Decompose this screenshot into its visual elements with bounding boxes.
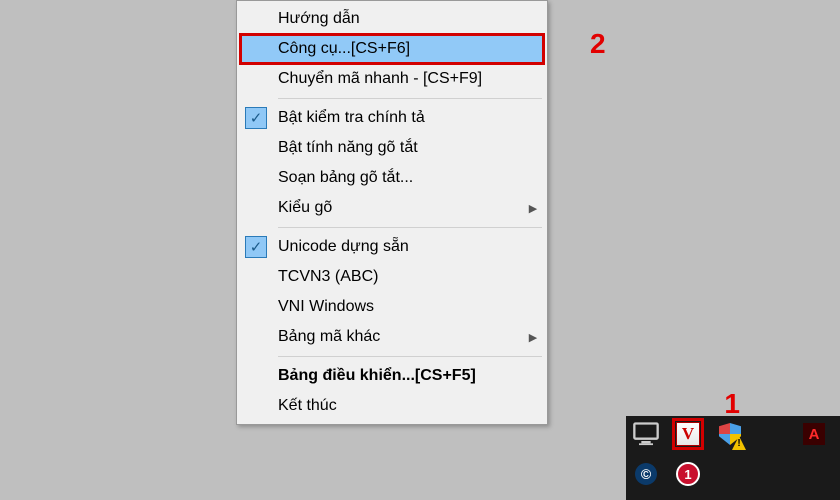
menu-item-input-method[interactable]: Kiểu gõ ▶ bbox=[240, 193, 544, 223]
menu-item-tcvn3[interactable]: TCVN3 (ABC) bbox=[240, 262, 544, 292]
unikey-tray-icon[interactable]: V bbox=[674, 420, 702, 448]
menu-label: Chuyển mã nhanh - [CS+F9] bbox=[272, 70, 544, 88]
check-slot: ✓ bbox=[240, 107, 272, 129]
menu-item-unicode[interactable]: ✓ Unicode dựng sẵn bbox=[240, 232, 544, 262]
notification-badge-icon: 1 bbox=[676, 462, 700, 486]
menu-item-vni[interactable]: VNI Windows bbox=[240, 292, 544, 322]
check-icon: ✓ bbox=[245, 107, 267, 129]
chevron-right-icon: ▶ bbox=[522, 202, 544, 215]
monitor-icon bbox=[632, 420, 660, 448]
menu-item-edit-shortcuts[interactable]: Soạn bảng gõ tắt... bbox=[240, 163, 544, 193]
menu-label: TCVN3 (ABC) bbox=[272, 268, 544, 286]
menu-item-other-encodings[interactable]: Bảng mã khác ▶ bbox=[240, 322, 544, 352]
menu-label: Bật tính năng gõ tắt bbox=[272, 139, 544, 157]
menu-item-quick-convert[interactable]: Chuyển mã nhanh - [CS+F9] bbox=[240, 64, 544, 94]
menu-label: Hướng dẫn bbox=[272, 10, 544, 28]
adobe-icon: A bbox=[803, 423, 825, 445]
annotation-2: 2 bbox=[590, 28, 606, 60]
separator bbox=[278, 98, 542, 99]
menu-item-control-panel[interactable]: Bảng điều khiển...[CS+F5] bbox=[240, 361, 544, 391]
copyright-tray-icon[interactable]: © bbox=[632, 460, 660, 488]
menu-label: Kiểu gõ bbox=[272, 199, 522, 217]
menu-item-shortcut-typing[interactable]: Bật tính năng gõ tắt bbox=[240, 133, 544, 163]
separator bbox=[278, 227, 542, 228]
notification-tray-icon[interactable]: 1 bbox=[674, 460, 702, 488]
context-menu: Hướng dẫn Công cụ...[CS+F6] Chuyển mã nh… bbox=[236, 0, 548, 425]
menu-label: Công cụ...[CS+F6] bbox=[272, 40, 544, 58]
menu-label: VNI Windows bbox=[272, 298, 544, 316]
security-tray-icon[interactable]: ! bbox=[716, 420, 744, 448]
separator bbox=[278, 356, 542, 357]
menu-item-exit[interactable]: Kết thúc bbox=[240, 391, 544, 421]
system-tray: V ! A © 1 bbox=[626, 416, 840, 500]
menu-label: Soạn bảng gõ tắt... bbox=[272, 169, 544, 187]
menu-item-guide[interactable]: Hướng dẫn bbox=[240, 4, 544, 34]
menu-label: Bảng mã khác bbox=[272, 328, 522, 346]
pc-icon[interactable] bbox=[632, 420, 660, 448]
chevron-right-icon: ▶ bbox=[522, 331, 544, 344]
menu-label: Unicode dựng sẵn bbox=[272, 238, 544, 256]
check-icon: ✓ bbox=[245, 236, 267, 258]
adobe-tray-icon[interactable]: A bbox=[800, 420, 828, 448]
menu-item-spellcheck[interactable]: ✓ Bật kiểm tra chính tả bbox=[240, 103, 544, 133]
menu-label: Bật kiểm tra chính tả bbox=[272, 109, 544, 127]
v-icon: V bbox=[676, 422, 700, 446]
menu-label: Kết thúc bbox=[272, 397, 544, 415]
menu-item-tools[interactable]: Công cụ...[CS+F6] bbox=[240, 34, 544, 64]
menu-label: Bảng điều khiển...[CS+F5] bbox=[272, 367, 544, 385]
check-slot: ✓ bbox=[240, 236, 272, 258]
copyright-icon: © bbox=[635, 463, 657, 485]
